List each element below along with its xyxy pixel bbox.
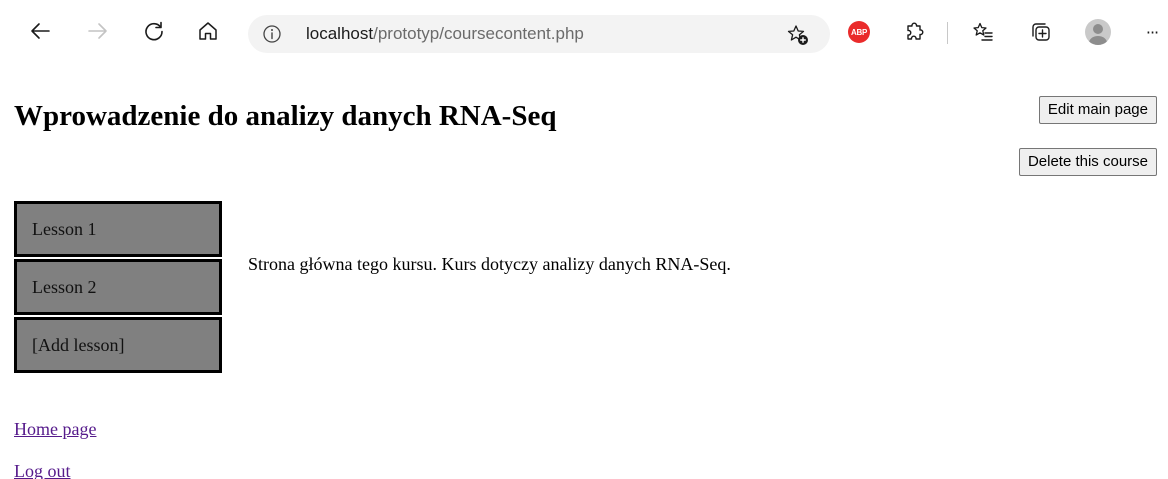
- extensions-button[interactable]: [897, 15, 931, 49]
- home-icon: [199, 22, 217, 40]
- home-page-link[interactable]: Home page: [14, 418, 96, 440]
- collections-icon: [1032, 23, 1050, 41]
- favorites-list-icon: [973, 22, 993, 41]
- lesson-item-1[interactable]: Lesson 1: [14, 201, 222, 257]
- lesson-item-2[interactable]: Lesson 2: [14, 259, 222, 315]
- url-host: localhost: [306, 24, 374, 43]
- url-path: /prototyp/coursecontent.php: [373, 24, 584, 43]
- collections-button[interactable]: [1024, 15, 1058, 49]
- adblock-button[interactable]: ABP: [842, 15, 876, 49]
- reload-button[interactable]: [138, 15, 170, 47]
- page-title: Wprowadzenie do analizy danych RNA-Seq: [14, 100, 557, 132]
- address-url[interactable]: localhost/prototyp/coursecontent.php: [306, 23, 584, 45]
- browser-toolbar: localhost/prototyp/coursecontent.php ABP: [0, 0, 1168, 70]
- more-dots-icon: ···: [1145, 22, 1159, 42]
- forward-arrow-icon: [88, 23, 107, 39]
- reload-icon: [145, 21, 163, 41]
- favorites-button[interactable]: [966, 15, 1000, 49]
- address-bar[interactable]: localhost/prototyp/coursecontent.php: [248, 15, 830, 53]
- logout-link[interactable]: Log out: [14, 460, 71, 479]
- star-plus-icon[interactable]: [786, 23, 810, 47]
- lesson-menu: Lesson 1 Lesson 2 [Add lesson]: [14, 201, 222, 373]
- back-button[interactable]: [24, 15, 56, 47]
- forward-button[interactable]: [82, 15, 114, 47]
- toolbar-divider: [947, 22, 948, 44]
- add-lesson-item[interactable]: [Add lesson]: [14, 317, 222, 373]
- course-description: Strona główna tego kursu. Kurs dotyczy a…: [248, 254, 731, 274]
- puzzle-icon: [907, 22, 924, 40]
- home-button[interactable]: [192, 15, 224, 47]
- adblock-plus-icon: ABP: [848, 21, 870, 43]
- info-icon[interactable]: [262, 24, 282, 44]
- delete-course-button[interactable]: Delete this course: [1018, 148, 1157, 176]
- profile-avatar: [1085, 19, 1111, 45]
- back-arrow-icon: [31, 23, 50, 39]
- profile-button[interactable]: [1081, 15, 1115, 49]
- settings-menu-button[interactable]: ···: [1136, 15, 1168, 49]
- edit-main-page-button[interactable]: Edit main page: [1038, 96, 1157, 124]
